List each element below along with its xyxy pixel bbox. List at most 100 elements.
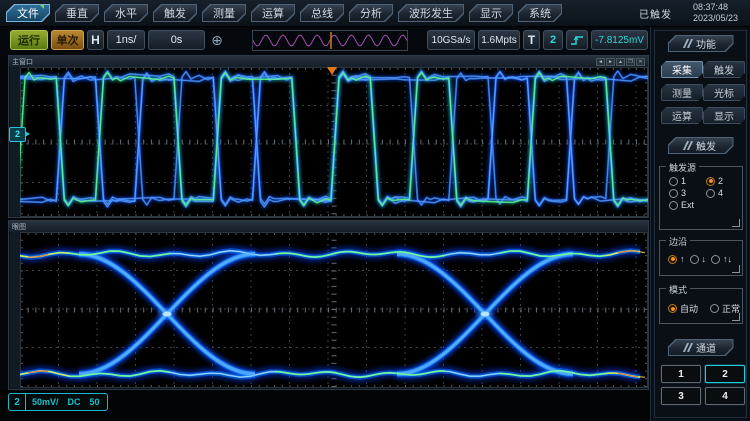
menu-item-file[interactable]: 文件 bbox=[6, 4, 50, 22]
radio-circle bbox=[690, 255, 699, 264]
radio-source-4[interactable]: 4 bbox=[706, 188, 743, 198]
sidebar-header-trigger[interactable]: 触发 bbox=[668, 137, 734, 154]
menu-item-label: 垂直 bbox=[56, 5, 98, 21]
overview-waveform bbox=[253, 31, 407, 50]
single-button[interactable]: 单次 bbox=[51, 30, 84, 50]
channel-button-ch1[interactable]: 1 bbox=[661, 365, 701, 383]
group-edge: 边沿↑↓↑↓ bbox=[659, 240, 743, 276]
group-label-trigger-source: 触发源 bbox=[666, 161, 699, 174]
channel-2-marker[interactable]: 2 bbox=[9, 127, 26, 142]
menu-item-wavegen[interactable]: 波形发生 bbox=[398, 4, 464, 22]
radio-source-1[interactable]: 1 bbox=[669, 176, 706, 186]
menu-item-bus[interactable]: 总线 bbox=[300, 4, 344, 22]
radio-edge-both[interactable]: ↑↓ bbox=[711, 254, 732, 264]
radio-source-2[interactable]: 2 bbox=[706, 176, 743, 186]
radio-source-ext[interactable]: Ext bbox=[669, 200, 706, 210]
trigger-level-readout: -7.8125mV bbox=[591, 30, 648, 50]
menu-item-trigger[interactable]: 触发 bbox=[153, 4, 197, 22]
sidebar-button-trigger[interactable]: 触发 bbox=[703, 61, 745, 78]
zoom-tool-icon[interactable]: ⊕ bbox=[208, 30, 226, 50]
main-waveform-window: 主窗口 ◄►▲❐✕ bbox=[8, 55, 649, 218]
radio-circle bbox=[669, 177, 678, 186]
channel-button-ch4[interactable]: 4 bbox=[705, 387, 745, 405]
slant-icon bbox=[683, 141, 694, 150]
trigger-edge-icon[interactable] bbox=[566, 30, 588, 50]
menu-item-horizontal[interactable]: 水平 bbox=[104, 4, 148, 22]
radio-circle bbox=[711, 255, 720, 264]
trigger-status: 已触发 bbox=[639, 6, 672, 21]
sample-rate-readout: 10GSa/s bbox=[427, 30, 475, 50]
channel-button-ch3[interactable]: 3 bbox=[661, 387, 701, 405]
radio-edge-fall[interactable]: ↓ bbox=[690, 254, 707, 264]
menu-item-analysis[interactable]: 分析 bbox=[349, 4, 393, 22]
trigger-position-marker[interactable] bbox=[327, 67, 337, 75]
sidebar-button-math[interactable]: 运算 bbox=[661, 107, 703, 124]
main-waveform-plot[interactable] bbox=[20, 67, 648, 217]
clock-date: 2023/05/23 bbox=[693, 13, 738, 24]
radio-circle bbox=[710, 304, 719, 313]
menu-item-measure[interactable]: 测量 bbox=[202, 4, 246, 22]
eye-diagram-plot[interactable] bbox=[20, 232, 648, 388]
eye-window-title: 眼图 bbox=[12, 222, 26, 232]
window-control-1[interactable]: ► bbox=[606, 58, 615, 66]
sidebar-button-display[interactable]: 显示 bbox=[703, 107, 745, 124]
clock-time: 08:37:48 bbox=[693, 2, 738, 13]
window-control-2[interactable]: ▲ bbox=[616, 58, 625, 66]
radio-circle bbox=[668, 255, 677, 264]
group-label-mode: 模式 bbox=[666, 283, 690, 296]
slant-icon bbox=[683, 39, 694, 48]
oscilloscope-app: 文件垂直水平触发测量运算总线分析波形发生显示系统已触发 08:37:48 202… bbox=[0, 0, 750, 421]
main-window-controls: ◄►▲❐✕ bbox=[596, 58, 645, 66]
radio-mode-normal[interactable]: 正常 bbox=[710, 302, 740, 315]
radio-mode-auto[interactable]: 自动 bbox=[668, 302, 698, 315]
sidebar-button-cursor[interactable]: 光标 bbox=[703, 84, 745, 101]
channel-button-ch2[interactable]: 2 bbox=[705, 365, 745, 383]
menu-item-label: 水平 bbox=[105, 5, 147, 21]
menu-item-label: 运算 bbox=[252, 5, 294, 21]
status-bar: 2 50mV/ DC 50 bbox=[0, 390, 650, 421]
horizontal-button[interactable]: H bbox=[87, 30, 104, 50]
radio-circle bbox=[706, 177, 715, 186]
sidebar-header-function[interactable]: 功能 bbox=[668, 35, 734, 52]
trigger-t-label: T bbox=[523, 30, 540, 50]
radio-source-3[interactable]: 3 bbox=[669, 188, 706, 198]
control-sidebar: 功能采集触发测量光标运算显示触发触发源1234Ext边沿↑↓↑↓模式自动正常通道… bbox=[650, 27, 750, 421]
channel-impedance: 50 bbox=[90, 397, 100, 407]
window-control-0[interactable]: ◄ bbox=[596, 58, 605, 66]
sidebar-button-measure[interactable]: 测量 bbox=[661, 84, 703, 101]
menu-item-math[interactable]: 运算 bbox=[251, 4, 295, 22]
window-control-3[interactable]: ❐ bbox=[626, 58, 635, 66]
menu-item-label: 测量 bbox=[203, 5, 245, 21]
channel-scale: 50mV/ bbox=[32, 397, 59, 407]
menu-item-label: 系统 bbox=[519, 5, 561, 21]
timebase-overview-widget[interactable] bbox=[252, 30, 408, 51]
horizontal-position-button[interactable]: 0s bbox=[148, 30, 205, 50]
menu-item-label: 触发 bbox=[154, 5, 196, 21]
group-mode: 模式自动正常 bbox=[659, 288, 743, 324]
eye-diagram-window: 眼图 bbox=[8, 220, 649, 390]
main-window-title: 主窗口 bbox=[12, 57, 33, 67]
group-label-edge: 边沿 bbox=[666, 235, 690, 248]
run-button[interactable]: 运行 bbox=[10, 30, 48, 50]
menu-item-display[interactable]: 显示 bbox=[469, 4, 513, 22]
sidebar-header-channel[interactable]: 通道 bbox=[668, 339, 734, 356]
memory-depth-readout: 1.6Mpts bbox=[478, 30, 520, 50]
radio-circle bbox=[668, 304, 677, 313]
timebase-button[interactable]: 1ns/ bbox=[107, 30, 145, 50]
window-control-4[interactable]: ✕ bbox=[636, 58, 645, 66]
channel-2-readout[interactable]: 2 50mV/ DC 50 bbox=[8, 393, 108, 411]
menu-item-system[interactable]: 系统 bbox=[518, 4, 562, 22]
menu-item-label: 分析 bbox=[350, 5, 392, 21]
menu-item-label: 波形发生 bbox=[399, 5, 463, 21]
channel-number: 2 bbox=[9, 394, 26, 410]
slant-icon bbox=[683, 343, 694, 352]
menu-item-vertical[interactable]: 垂直 bbox=[55, 4, 99, 22]
radio-edge-rise[interactable]: ↑ bbox=[668, 254, 685, 264]
menu-bar: 文件垂直水平触发测量运算总线分析波形发生显示系统 已触发 08:37:48 202… bbox=[0, 0, 750, 27]
radio-circle bbox=[669, 201, 678, 210]
sidebar-button-acquire[interactable]: 采集 bbox=[661, 61, 703, 78]
radio-circle bbox=[706, 189, 715, 198]
trigger-source-readout[interactable]: 2 bbox=[543, 30, 563, 50]
channel-settings: 50mV/ DC 50 bbox=[26, 394, 107, 410]
clock: 08:37:48 2023/05/23 bbox=[693, 2, 738, 25]
